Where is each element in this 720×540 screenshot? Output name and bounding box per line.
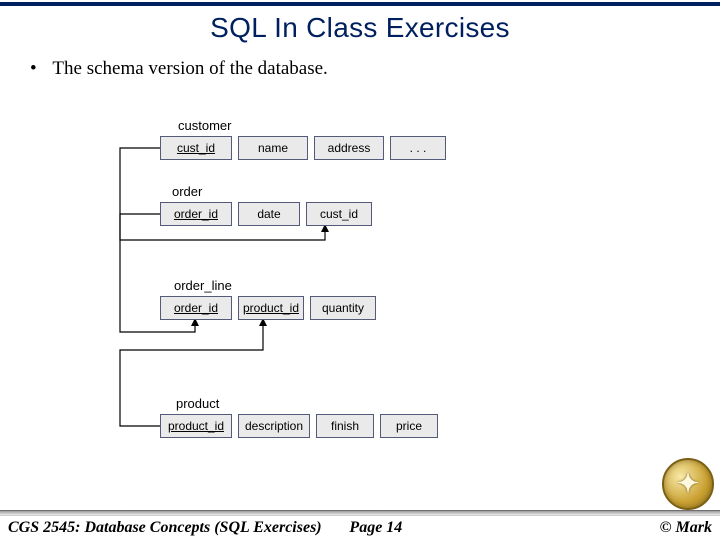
bullet-text: The schema version of the database. (52, 58, 327, 79)
seal-badge: ✦ (662, 458, 714, 510)
field-order_line-order_id: order_id (160, 296, 232, 320)
footer-page: Page 14 (349, 519, 402, 537)
footer: CGS 2545: Database Concepts (SQL Exercis… (0, 516, 720, 540)
table-label-order: order (172, 184, 202, 199)
page-title: SQL In Class Exercises (0, 12, 720, 44)
table-label-order_line: order_line (174, 278, 232, 293)
field-order_line-quantity: quantity (310, 296, 376, 320)
seal-glyph-icon: ✦ (677, 469, 699, 499)
field-product-finish: finish (316, 414, 374, 438)
field-customer-address: address (314, 136, 384, 160)
footer-left: CGS 2545: Database Concepts (SQL Exercis… (8, 519, 322, 537)
table-row-order: order_id date cust_id (160, 202, 372, 226)
field-customer-more: . . . (390, 136, 446, 160)
field-order-order_id: order_id (160, 202, 232, 226)
table-label-product: product (176, 396, 219, 411)
table-row-product: product_id description finish price (160, 414, 438, 438)
top-rule (0, 2, 720, 6)
field-order-cust_id: cust_id (306, 202, 372, 226)
table-label-customer: customer (178, 118, 231, 133)
field-product-price: price (380, 414, 438, 438)
field-product-product_id: product_id (160, 414, 232, 438)
footer-right: © Mark (660, 519, 712, 537)
bullet-dot: • (30, 58, 48, 80)
table-row-customer: cust_id name address . . . (160, 136, 446, 160)
field-customer-cust_id: cust_id (160, 136, 232, 160)
field-customer-name: name (238, 136, 308, 160)
field-order-date: date (238, 202, 300, 226)
field-product-description: description (238, 414, 310, 438)
schema-diagram: customer cust_id name address . . . orde… (60, 100, 640, 490)
bullet-line: • The schema version of the database. (30, 58, 328, 80)
table-row-order_line: order_id product_id quantity (160, 296, 376, 320)
field-order_line-product_id: product_id (238, 296, 304, 320)
